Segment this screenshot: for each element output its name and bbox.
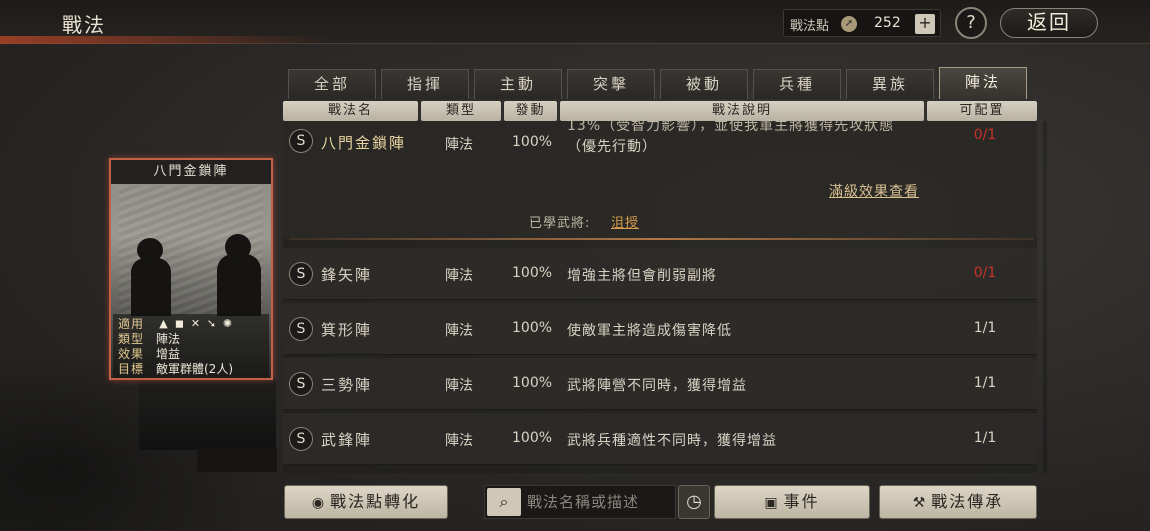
tactic-name: 箕形陣 (321, 321, 373, 339)
tactic-desc-line2: （優先行動） (567, 139, 657, 155)
inherit-tactic-button[interactable]: ⚒ 戰法傳承 (879, 485, 1037, 519)
figure-silhouette (137, 238, 163, 262)
divider (289, 238, 1034, 240)
shield-icon: ▲ (159, 317, 168, 330)
cavalry-icon: ➘ (206, 317, 217, 330)
search-bar: ⌕ (484, 485, 676, 519)
tactic-config: 1/1 (973, 375, 997, 391)
convert-label: 戰法點轉化 (330, 492, 421, 511)
tactic-name: 八門金鎖陣 (321, 134, 407, 152)
tactic-rate: 100% (512, 265, 553, 281)
inherit-label: 戰法傳承 (931, 492, 1004, 511)
page-title: 戰法 (62, 13, 106, 37)
search-icon[interactable]: ⌕ (487, 488, 521, 516)
rank-s-badge: S (289, 129, 313, 153)
events-label: 事件 (783, 492, 820, 511)
convert-points-button[interactable]: ◉ 戰法點轉化 (284, 485, 448, 519)
card-title: 八門金鎖陣 (111, 160, 271, 184)
tab-all[interactable]: 全部 (288, 69, 376, 99)
tactic-rate: 100% (512, 134, 553, 150)
target-value: 敵軍群體(2人) (156, 362, 233, 376)
tab-active[interactable]: 主動 (474, 69, 562, 99)
search-input[interactable] (527, 488, 671, 516)
tactic-type: 陣法 (445, 433, 473, 449)
tactic-row[interactable]: S 三勢陣 陣法 100% 武將陣營不同時，獲得增益 1/1 (283, 358, 1037, 410)
history-clock-icon[interactable]: ◷ (678, 485, 710, 519)
tactic-card[interactable]: 八門金鎖陣 適用 ▲ ◼ ✕ ➘ ✺ 類型 陣法 效果 增益 目標 敵軍群體(2人) (109, 158, 273, 380)
tab-assault[interactable]: 突擊 (567, 69, 655, 99)
card-info-panel: 適用 ▲ ◼ ✕ ➘ ✺ 類型 陣法 效果 增益 目標 敵軍群體(2人) (113, 314, 269, 378)
header-glow (0, 36, 330, 44)
applies-icons: ▲ ◼ ✕ ➘ ✺ (158, 316, 238, 330)
tactic-row[interactable]: S 武鋒陣 陣法 100% 武將兵種適性不同時，獲得增益 1/1 (283, 413, 1037, 465)
tactic-config: 1/1 (973, 320, 997, 336)
tactic-config: 1/1 (973, 430, 997, 446)
list-scrollbar[interactable] (1043, 121, 1047, 473)
hammer-icon: ⚒ (912, 495, 928, 511)
compass-icon: ➚ (841, 16, 857, 32)
siege-icon: ✺ (222, 317, 233, 330)
crossbow-icon: ◼ (174, 317, 185, 330)
tactic-type: 陣法 (445, 137, 473, 153)
tactic-desc: 增強主將但會削弱副將 (567, 268, 717, 284)
tactic-rate: 100% (512, 430, 553, 446)
ticket-icon: ▣ (764, 495, 780, 511)
tab-formation[interactable]: 陣法 (939, 67, 1027, 99)
add-points-button[interactable]: + (915, 14, 935, 34)
type-key: 類型 (118, 332, 145, 346)
tab-passive[interactable]: 被動 (660, 69, 748, 99)
back-button[interactable]: 返回 (1000, 8, 1098, 38)
column-header-config[interactable]: 可配置 (927, 101, 1037, 121)
tactic-rate: 100% (512, 320, 553, 336)
tactic-type: 陣法 (445, 268, 473, 284)
learned-general-link[interactable]: 沮授 (611, 212, 639, 231)
figure-silhouette (131, 258, 171, 316)
tactic-row[interactable]: S 箕形陣 陣法 100% 使敵軍主將造成傷害降低 1/1 (283, 303, 1037, 355)
tab-troop-type[interactable]: 兵種 (753, 69, 841, 99)
card-stack-shadow (197, 448, 277, 472)
tab-foreign[interactable]: 異族 (846, 69, 934, 99)
tactic-rate: 100% (512, 375, 553, 391)
card-stack-shadow (139, 378, 276, 450)
rank-s-badge: S (289, 262, 313, 286)
points-label: 戰法點 (790, 19, 830, 34)
convert-icon: ◉ (311, 495, 327, 511)
tactic-name: 鋒矢陣 (321, 266, 373, 284)
target-key: 目標 (118, 362, 145, 376)
points-value: 252 (874, 15, 901, 31)
rank-s-badge: S (289, 317, 313, 341)
tactic-list[interactable]: S 八門金鎖陣 陣法 100% 13%（受智力影響），並使我軍主將獲得先攻狀態 … (283, 118, 1037, 473)
column-header-type[interactable]: 類型 (421, 101, 501, 121)
tactic-name: 武鋒陣 (321, 431, 373, 449)
tactic-desc: 武將陣營不同時，獲得增益 (567, 378, 747, 394)
tactic-desc: 武將兵種適性不同時，獲得增益 (567, 433, 777, 449)
tactic-name: 三勢陣 (321, 376, 373, 394)
selected-tactic-row[interactable]: S 八門金鎖陣 陣法 100% 13%（受智力影響），並使我軍主將獲得先攻狀態 … (283, 118, 1037, 238)
tactic-config: 0/1 (973, 265, 997, 281)
top-bar: 戰法 戰法點 ➚ 252 + ? 返回 (0, 0, 1150, 44)
learned-generals-label: 已學武將: (529, 216, 591, 231)
rank-s-badge: S (289, 427, 313, 451)
column-header-name[interactable]: 戰法名 (283, 101, 418, 121)
effect-key: 效果 (118, 347, 145, 361)
tactic-config: 0/1 (973, 127, 997, 143)
applies-key: 適用 (118, 317, 145, 331)
tactic-type: 陣法 (445, 378, 473, 394)
rank-s-badge: S (289, 372, 313, 396)
figure-silhouette (217, 254, 261, 316)
tactic-desc-partial: 13%（受智力影響），並使我軍主將獲得先攻狀態 (567, 118, 895, 134)
tab-command[interactable]: 指揮 (381, 69, 469, 99)
tactic-row[interactable]: S 鋒矢陣 陣法 100% 增強主將但會削弱副將 0/1 (283, 248, 1037, 300)
tactic-desc: 使敵軍主將造成傷害降低 (567, 323, 732, 339)
max-level-effect-link[interactable]: 滿級效果查看 (829, 181, 919, 201)
tactic-points-display: 戰法點 ➚ 252 + (783, 9, 941, 37)
figure-silhouette (225, 234, 251, 260)
help-button[interactable]: ? (955, 7, 987, 39)
column-header-rate[interactable]: 發動 (504, 101, 557, 121)
events-button[interactable]: ▣ 事件 (714, 485, 870, 519)
tactic-type: 陣法 (445, 323, 473, 339)
spear-icon: ✕ (190, 317, 201, 330)
card-artwork (119, 186, 263, 316)
